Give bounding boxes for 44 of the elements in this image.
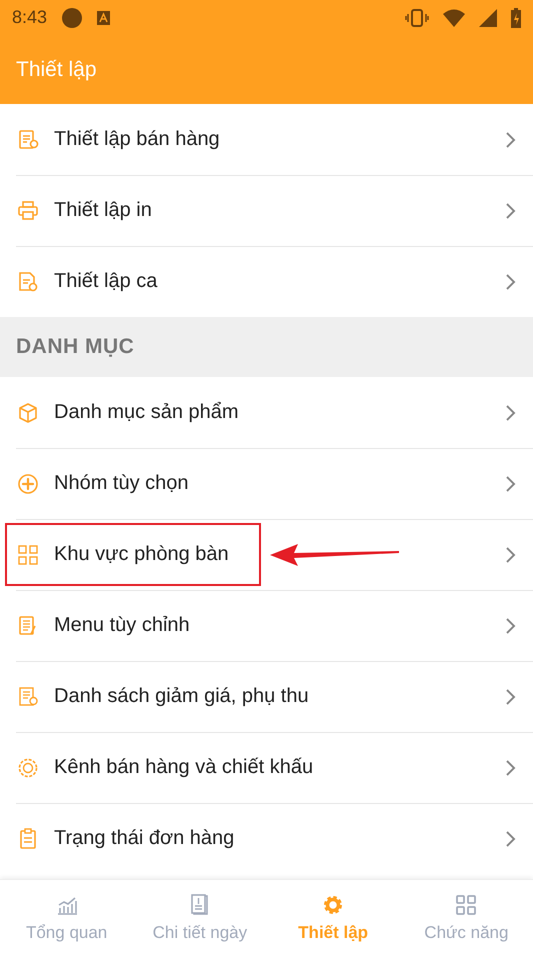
notification-dot-icon	[61, 6, 84, 28]
vibrate-icon	[405, 8, 429, 28]
wifi-icon	[443, 8, 465, 26]
settings-item[interactable]: Menu tùy chỉnh	[0, 590, 533, 661]
item-label: Danh sách giảm giá, phụ thu	[54, 685, 309, 708]
item-label: Danh mục sản phẩm	[54, 401, 239, 424]
item-label: Thiết lập ca	[54, 270, 158, 293]
chevron-icon	[505, 272, 517, 290]
item-label: Nhóm tùy chọn	[54, 472, 189, 495]
settings-item[interactable]: Danh mục sản phẩm	[0, 377, 533, 448]
item-label: Menu tùy chỉnh	[54, 614, 190, 637]
chevron-icon	[505, 130, 517, 148]
item-label: Trạng thái đơn hàng	[54, 827, 234, 850]
chevron-icon	[505, 616, 517, 634]
settings-item[interactable]: Kênh bán hàng và chiết khấu	[0, 732, 533, 803]
settings-item[interactable]: Trạng thái đơn hàng	[0, 803, 533, 874]
app-bar-title: Thiết lập	[16, 58, 97, 82]
settings-item[interactable]: Thiết lập in	[0, 175, 533, 246]
chevron-icon	[505, 202, 517, 220]
settings-item[interactable]: Nhóm tùy chọn	[0, 448, 533, 519]
settings-item[interactable]: Danh sách giảm giá, phụ thu	[0, 661, 533, 732]
item-label: Kênh bán hàng và chiết khấu	[54, 756, 314, 779]
status-time: 8:43	[12, 7, 48, 28]
plus-circle-icon	[16, 472, 40, 496]
signal-icon	[479, 8, 497, 26]
item-label: Thiết lập bán hàng	[54, 128, 220, 151]
section-header: DANH MỤC	[16, 335, 134, 359]
chevron-icon	[505, 758, 517, 776]
chevron-icon	[505, 688, 517, 706]
printer-icon	[16, 198, 40, 222]
grid-icon	[16, 542, 40, 566]
settings-item[interactable]: Thiết lập ca	[0, 246, 533, 317]
settings-item[interactable]: Thiết lập bán hàng	[0, 104, 533, 175]
chevron-icon	[505, 404, 517, 422]
chevron-icon	[505, 830, 517, 848]
settings-item[interactable]: Khu vực phòng bàn	[0, 519, 533, 590]
battery-icon	[511, 8, 521, 28]
item-label: Thiết lập in	[54, 199, 152, 222]
chevron-icon	[505, 546, 517, 564]
grid-icon	[454, 893, 478, 917]
notification-app-icon	[97, 10, 110, 24]
chevron-icon	[505, 474, 517, 492]
box-icon	[16, 400, 40, 424]
item-label: Khu vực phòng bàn	[54, 543, 229, 566]
